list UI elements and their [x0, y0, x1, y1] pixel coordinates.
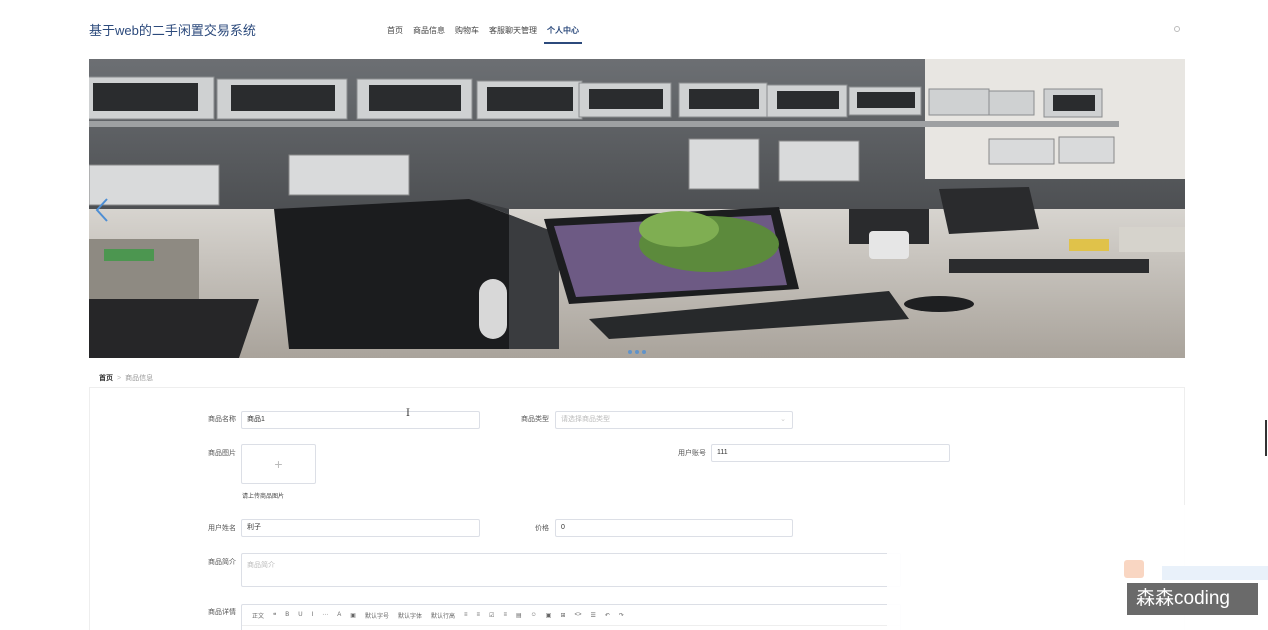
code-icon[interactable]: <> — [574, 612, 581, 618]
chevron-down-icon: ⌄ — [780, 416, 786, 423]
nav-chat[interactable]: 客服聊天管理 — [484, 22, 542, 44]
bold-icon[interactable]: B — [285, 612, 289, 618]
undo-icon[interactable]: ↶ — [605, 612, 610, 619]
product-intro-label: 商品简介 — [208, 559, 236, 566]
toolbar-font-size[interactable]: 默认字号 — [365, 611, 389, 620]
breadcrumb-current: 商品信息 — [125, 375, 154, 382]
product-intro-textarea[interactable]: 商品简介 — [241, 553, 901, 587]
toolbar-font-family[interactable]: 默认字体 — [398, 611, 422, 620]
align-icon[interactable]: ≡ — [503, 612, 507, 618]
redo-icon[interactable]: ↷ — [619, 612, 624, 619]
user-menu-icon[interactable] — [1174, 26, 1180, 32]
carousel-dot[interactable] — [628, 350, 632, 354]
carousel-prev-button[interactable] — [93, 197, 111, 223]
background-color-icon[interactable]: ▣ — [350, 612, 356, 619]
todo-icon[interactable]: ☑ — [489, 612, 494, 619]
rich-text-editor[interactable]: 正文 ❝ B U I ··· A ▣ 默认字号 默认字体 默认行高 ≡ ≡ ☑ … — [241, 604, 901, 630]
price-input[interactable]: 0 — [555, 519, 793, 537]
product-name-input[interactable]: 商品1 — [241, 411, 480, 429]
upload-hint: 请上传商品图片 — [242, 494, 285, 500]
breadcrumb-separator: > — [117, 375, 122, 382]
user-account-label: 用户账号 — [678, 450, 706, 457]
chevron-left-icon — [95, 198, 108, 222]
watermark: 森森coding — [1127, 583, 1258, 615]
faded-orange-badge — [1124, 560, 1144, 578]
product-name-label: 商品名称 — [208, 416, 236, 423]
nav-products[interactable]: 商品信息 — [408, 22, 450, 44]
faded-blue-bar — [1162, 566, 1268, 580]
carousel-dot[interactable] — [635, 350, 639, 354]
image-upload-box[interactable]: + — [241, 444, 316, 484]
italic-icon[interactable]: I — [312, 612, 314, 618]
product-detail-label: 商品详情 — [208, 609, 236, 616]
toolbar-line-height[interactable]: 默认行高 — [431, 611, 455, 620]
breadcrumb: 首页 > 商品信息 — [99, 373, 153, 383]
carousel-dot[interactable] — [642, 350, 646, 354]
main-nav: 首页 商品信息 购物车 客服聊天管理 个人中心 — [382, 22, 584, 44]
product-type-placeholder: 请选择商品类型 — [561, 416, 610, 423]
nav-home[interactable]: 首页 — [382, 22, 408, 44]
emoji-icon[interactable]: ☺ — [531, 612, 537, 618]
banner-image — [89, 59, 1185, 358]
user-account-input[interactable]: 111 — [711, 444, 950, 462]
price-label: 价格 — [535, 525, 549, 532]
image-icon[interactable]: ▣ — [546, 612, 552, 619]
product-type-select[interactable]: 请选择商品类型 ⌄ — [555, 411, 793, 429]
product-image-label: 商品图片 — [208, 450, 236, 457]
banner-carousel — [89, 59, 1185, 358]
text-cursor-icon: I — [406, 408, 410, 419]
scrollbar-thumb[interactable] — [1265, 420, 1267, 456]
carousel-indicators — [628, 350, 646, 354]
unordered-list-icon[interactable]: ≡ — [477, 612, 481, 618]
underline-icon[interactable]: U — [298, 612, 302, 618]
breadcrumb-home[interactable]: 首页 — [99, 375, 113, 382]
product-type-label: 商品类型 — [521, 416, 549, 423]
divider-icon[interactable]: ☰ — [590, 612, 595, 619]
toolbar-paragraph-format[interactable]: 正文 — [252, 611, 264, 620]
table-icon[interactable]: ⊞ — [560, 612, 565, 619]
user-name-label: 用户姓名 — [208, 525, 236, 532]
ordered-list-icon[interactable]: ≡ — [464, 612, 468, 618]
font-color-icon[interactable]: A — [337, 612, 341, 618]
nav-personal-center[interactable]: 个人中心 — [542, 22, 584, 44]
nav-cart[interactable]: 购物车 — [450, 22, 484, 44]
plus-icon: + — [274, 456, 283, 472]
more-icon[interactable]: ··· — [322, 612, 328, 618]
quote-icon[interactable]: ❝ — [273, 612, 276, 619]
indent-icon[interactable]: ▤ — [516, 612, 522, 619]
user-name-input[interactable]: 利子 — [241, 519, 480, 537]
editor-toolbar: 正文 ❝ B U I ··· A ▣ 默认字号 默认字体 默认行高 ≡ ≡ ☑ … — [242, 605, 900, 626]
site-title[interactable]: 基于web的二手闲置交易系统 — [89, 20, 256, 39]
